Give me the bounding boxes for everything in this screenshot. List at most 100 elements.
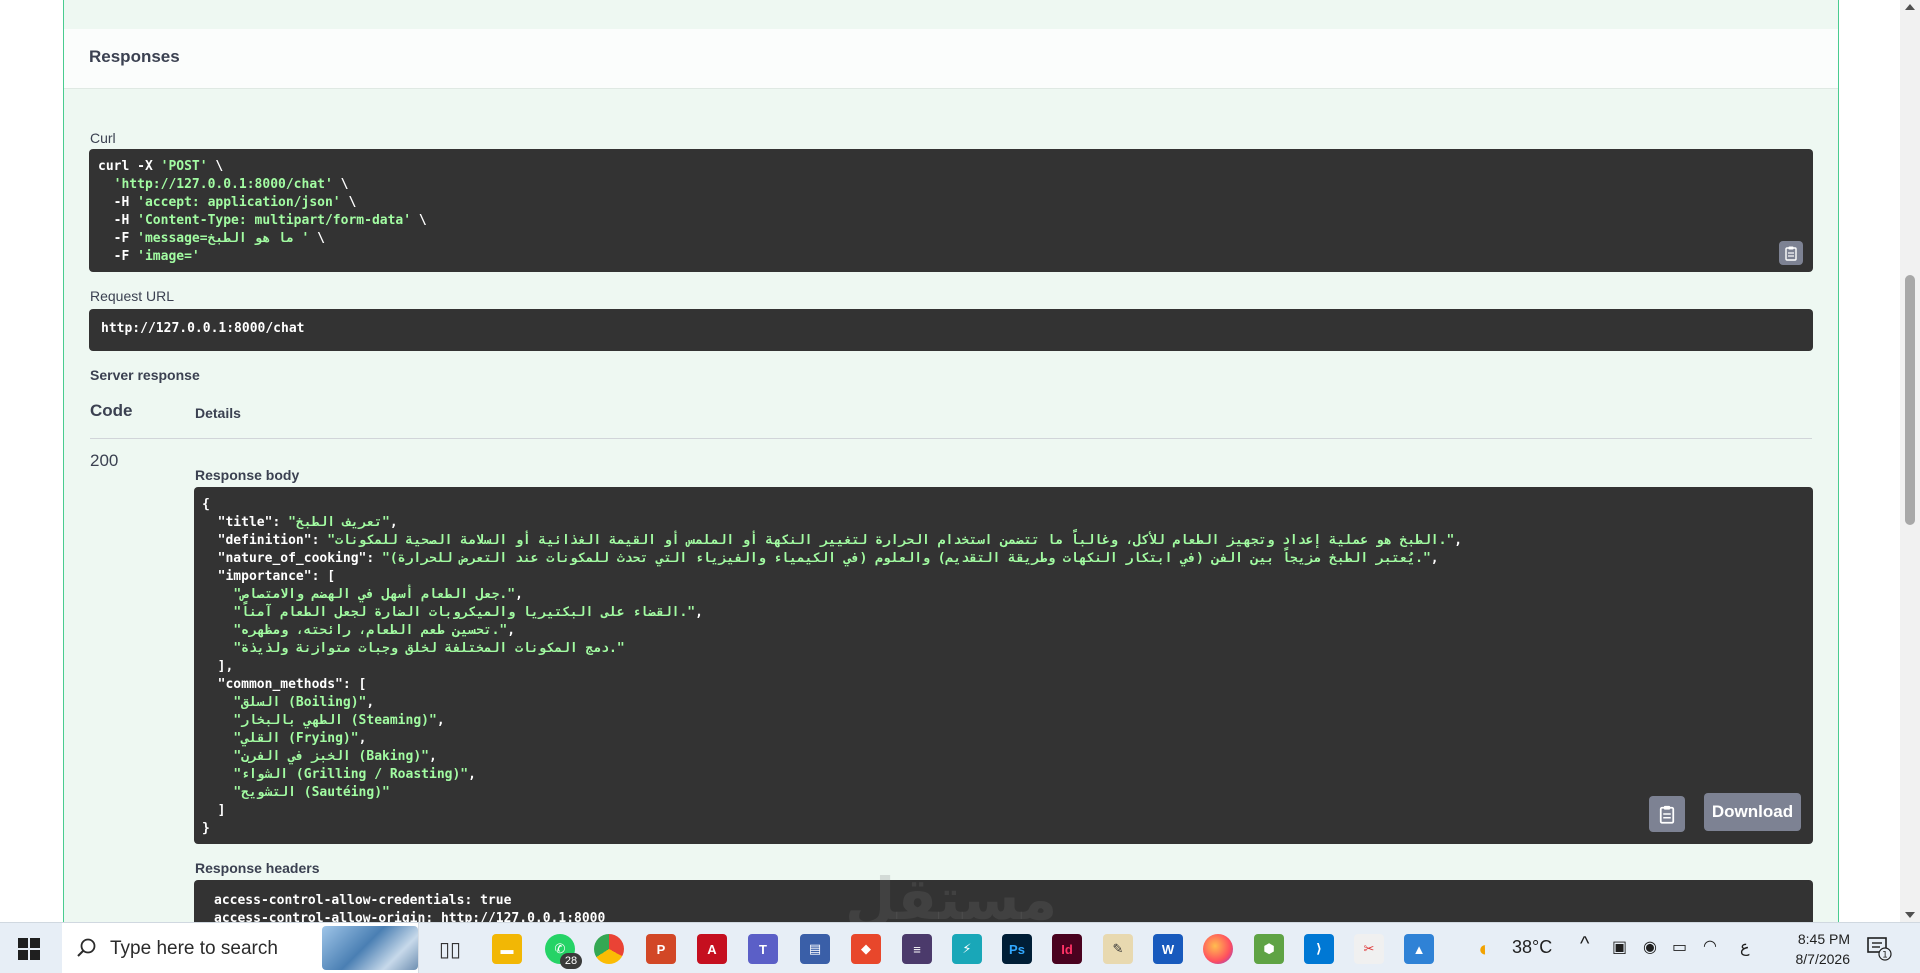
transfer-app-icon[interactable]: ⚡ [952,934,982,964]
search-placeholder: Type here to search [110,938,278,959]
json-token: { [202,497,210,512]
meet-icon[interactable]: ▣ [1612,937,1627,957]
weather-icon[interactable]: ◐ [1470,934,1500,964]
curl-line: 'http://127.0.0.1:8000/chat' \ [98,176,1804,194]
curl-lines: curl -X 'POST' \ 'http://127.0.0.1:8000/… [98,158,1804,266]
table-divider [90,438,1812,439]
weather-temp[interactable]: 38°C [1512,937,1552,958]
windows-taskbar: Type here to search ▯▯ ▬ ✆ 28 P A T ▤ ◆ … [0,922,1920,973]
json-line: "الطهي بالبخار (Steaming)", [202,712,1805,730]
battery-icon[interactable]: ▭ [1672,937,1687,957]
json-token: "الطهي بالبخار (Steaming)" [233,713,437,728]
json-line: "nature_of_cooking": "يُعتبر الطبخ مزيجا… [202,550,1805,568]
curl-token: 'Content-Type: multipart/form-data' [137,213,412,228]
request-url-value: http://127.0.0.1:8000/chat [101,321,305,336]
json-line: "تحسين طعم الطعام، رائحته، ومظهره.", [202,622,1805,640]
json-token: , [507,623,516,638]
acrobat-icon[interactable]: A [697,934,727,964]
input-language[interactable]: ع [1740,937,1750,957]
json-line: "definition": "الطبخ هو عملية إعداد وتجه… [202,532,1805,550]
chrome-icon[interactable] [594,934,624,964]
json-line: "القلي (Frying)", [202,730,1805,748]
powerpoint-icon[interactable]: P [646,934,676,964]
curl-token: \ [207,159,224,174]
teams-icon[interactable]: T [748,934,778,964]
curl-token: -H [98,213,138,228]
json-token: "جعل الطعام أسهل في الهضم والامتصاص." [233,587,516,602]
json-token: "definition": [202,533,328,548]
document-reader-icon[interactable]: ▤ [800,934,830,964]
curl-line: -H 'accept: application/json' \ [98,194,1804,212]
cube-app-icon[interactable]: ⬢ [1254,934,1284,964]
curl-token: -H [98,195,138,210]
file-explorer-icon[interactable]: ▬ [492,934,522,964]
vscode-icon[interactable]: ⟩ [1304,934,1334,964]
scroll-up-icon[interactable] [1905,4,1915,10]
curl-line: -H 'Content-Type: multipart/form-data' \ [98,212,1804,230]
clipboard-icon [1785,246,1797,261]
windows-start-icon[interactable] [18,938,40,960]
response-body-json: { "title": "تعريف الطبخ", "definition": … [202,496,1805,838]
winrar-icon[interactable]: ≡ [902,934,932,964]
clock-time: 8:45 PM [1797,931,1850,947]
curl-token: \ [332,177,349,192]
taskbar-search-box[interactable]: Type here to search [62,923,419,973]
curl-token: 'http://127.0.0.1:8000/chat' [113,177,333,192]
photos-icon[interactable]: ▲ [1404,934,1434,964]
word-icon[interactable]: W [1153,934,1183,964]
show-hidden-icons-icon[interactable]: ^ [1580,933,1589,956]
firefox-icon[interactable] [1203,934,1233,964]
curl-token: \ [411,213,427,228]
curl-label: Curl [90,130,116,146]
json-token: ], [202,659,234,674]
download-button[interactable]: Download [1704,793,1801,831]
json-line: } [202,820,1805,838]
response-body-block[interactable]: { "title": "تعريف الطبخ", "definition": … [194,487,1813,844]
curl-copy-button[interactable] [1779,241,1803,265]
json-line: "السلق (Boiling)", [202,694,1805,712]
response-headers-label: Response headers [195,860,320,876]
snipping-tool-icon[interactable]: ✂ [1354,934,1384,964]
curl-token: 'message=ما هو الطبخ ' [137,231,310,246]
scroll-down-icon[interactable] [1905,912,1915,918]
watermark-logo: مستقل [845,865,1058,922]
photoshop-icon[interactable]: Ps [1002,934,1032,964]
notepad-icon[interactable]: ✎ [1103,934,1133,964]
search-icon [77,938,96,957]
json-token: "الخبز في الفرن (Baking)" [233,749,429,764]
json-line: { [202,496,1805,514]
json-token: , [436,713,445,728]
indesign-icon[interactable]: Id [1052,934,1082,964]
notification-icon[interactable]: 1 [1866,935,1892,961]
system-clock[interactable]: 8:45 PM 8/7/2026 [1770,929,1851,969]
json-token: , [366,695,375,710]
page-scrollbar[interactable] [1900,0,1920,922]
json-line: ] [202,802,1805,820]
wifi-icon[interactable]: ◠ [1703,936,1717,956]
json-token: } [202,821,210,836]
curl-line: curl -X 'POST' \ [98,158,1804,176]
json-token: , [358,731,367,746]
curl-line: -F 'message=ما هو الطبخ ' \ [98,230,1804,248]
json-token: "التشويح (Sautéing)" [233,785,390,800]
search-highlight-image [322,926,418,970]
notification-count: 1 [1882,951,1888,961]
clock-date: 8/7/2026 [1795,951,1851,967]
curl-token: curl -X [98,159,161,174]
anydesk-icon[interactable]: ◆ [851,934,881,964]
json-token: , [1430,551,1439,566]
json-line: "title": "تعريف الطبخ", [202,514,1805,532]
network-status-icon[interactable]: ◉ [1643,937,1657,957]
scrollbar-thumb[interactable] [1905,275,1915,525]
json-line: ], [202,658,1805,676]
task-view-icon[interactable]: ▯▯ [435,934,465,964]
response-copy-button[interactable] [1649,796,1685,832]
response-body-label: Response body [195,467,300,483]
json-token: "الطبخ هو عملية إعداد وتجهيز الطعام للأك… [327,533,1455,548]
